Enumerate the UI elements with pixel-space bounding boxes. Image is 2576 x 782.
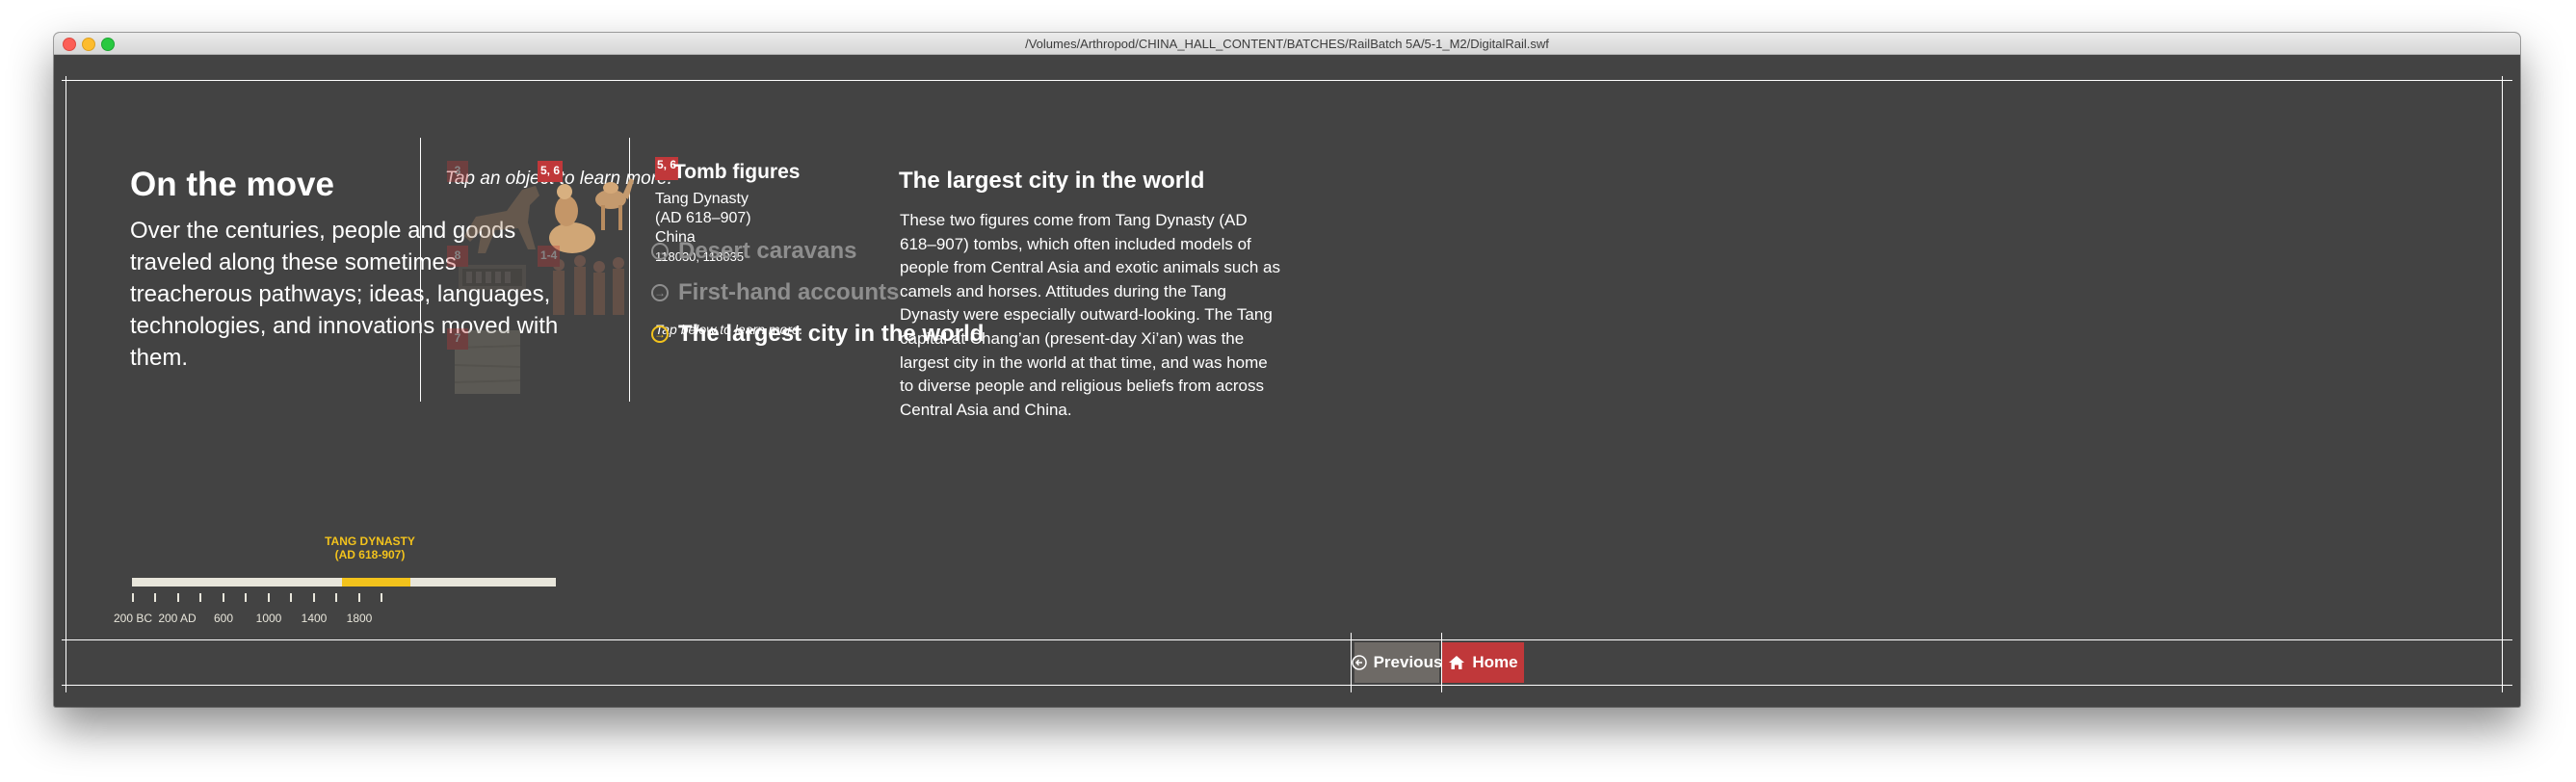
timeline-tick (335, 593, 337, 602)
topic-label: First-hand accounts (678, 279, 900, 305)
timeline-tick (177, 593, 179, 602)
timeline-tick (358, 593, 360, 602)
timeline-tick (132, 593, 134, 602)
object-thumb-textile[interactable]: 7 (447, 328, 553, 434)
topic-desert-caravans[interactable]: → Desert caravans (651, 238, 856, 265)
detail-body: These two figures come from Tang Dynasty… (900, 211, 1280, 419)
frame-rule-bottom-2 (62, 685, 2512, 686)
object-thumb-figures[interactable]: 1-4 (538, 246, 644, 352)
title-bar: /Volumes/Arthropod/CHINA_HALL_CONTENT/BA… (54, 33, 2520, 55)
timeline-era-name: TANG DYNASTY (325, 534, 415, 548)
frame-rule-top (62, 80, 2512, 81)
topic-first-hand-accounts[interactable]: → First-hand accounts (651, 279, 899, 306)
object-title: Tomb figures (673, 161, 801, 183)
timeline-era-label: TANG DYNASTY (AD 618-907) (293, 534, 447, 561)
previous-button[interactable]: Previous (1351, 642, 1442, 683)
previous-label: Previous (1373, 653, 1443, 671)
kiosk-content: On the move Over the centuries, people a… (54, 55, 2520, 707)
timeline-tick (245, 593, 247, 602)
timeline-tick (223, 593, 224, 602)
timeline-tick (154, 593, 156, 602)
object-badge: 1-4 (538, 246, 561, 267)
arrow-left-circle-icon (1351, 655, 1367, 670)
object-badge: 3 (447, 161, 468, 182)
frame-rule-right (2502, 76, 2503, 692)
home-label: Home (1472, 653, 1518, 671)
home-icon (1448, 655, 1465, 670)
timeline-tick (290, 593, 292, 602)
frame-rule-bottom-1 (62, 639, 2512, 640)
arrow-right-circle-icon: → (651, 243, 669, 260)
timeline-highlight (342, 578, 410, 586)
home-button[interactable]: Home (1442, 642, 1524, 683)
topic-label: Desert caravans (678, 238, 857, 264)
timeline-tick (268, 593, 270, 602)
section-heading: On the move (130, 166, 334, 203)
object-badge: 8 (447, 246, 468, 267)
object-dates: (AD 618–907) (655, 210, 751, 226)
timeline-tick (199, 593, 201, 602)
timeline-tick (313, 593, 315, 602)
object-badge: 7 (447, 328, 468, 350)
window-title: /Volumes/Arthropod/CHINA_HALL_CONTENT/BA… (1025, 37, 1549, 51)
app-window: /Volumes/Arthropod/CHINA_HALL_CONTENT/BA… (54, 33, 2520, 707)
object-dynasty: Tang Dynasty (655, 191, 749, 207)
arrow-right-circle-icon: → (651, 284, 669, 301)
object-badge: 5, 6 (538, 161, 564, 182)
timeline-era-dates: (AD 618-907) (334, 548, 406, 561)
timeline-tick (381, 593, 382, 602)
detail-title: The largest city in the world (899, 168, 1205, 194)
timeline-tick-label: 1800 (346, 612, 373, 625)
arrow-right-circle-icon: → (651, 326, 669, 343)
